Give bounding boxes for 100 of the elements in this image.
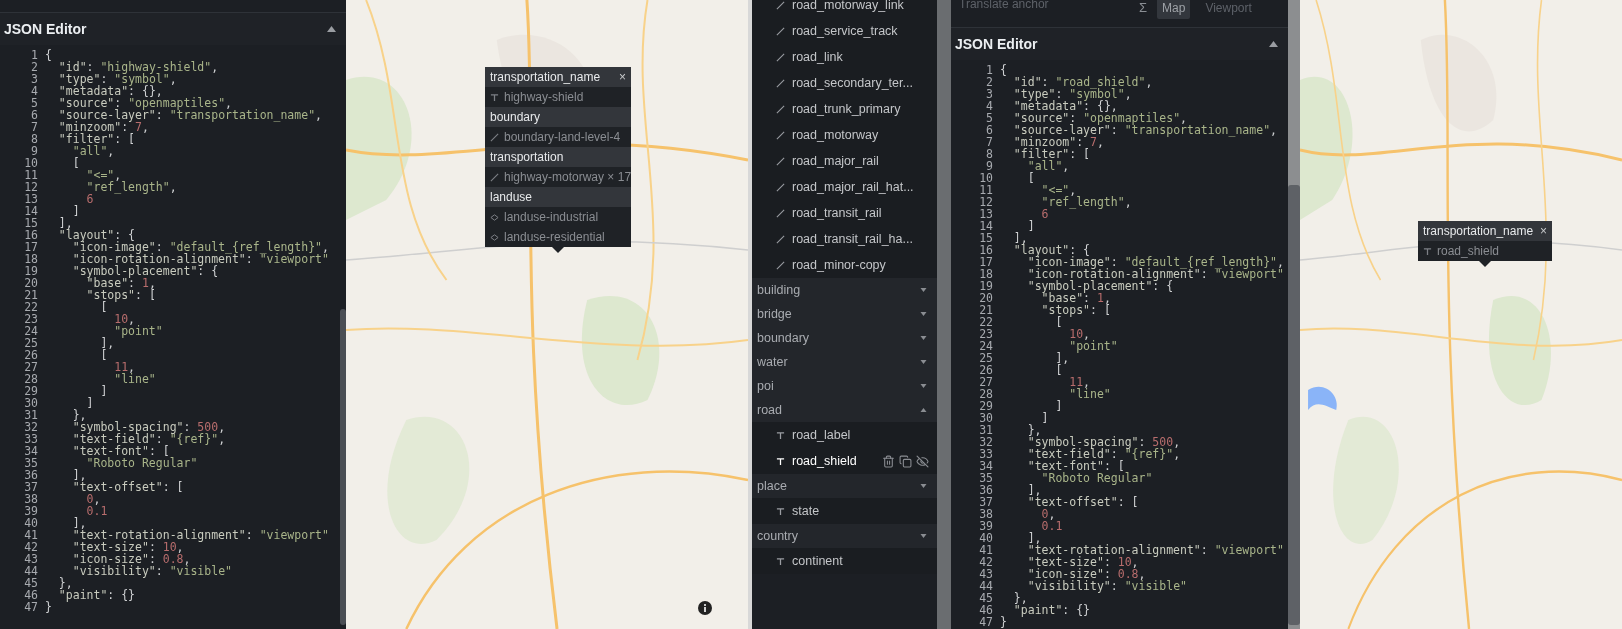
code-line: 11, (1068, 376, 1091, 388)
line-number: 17 (23, 241, 38, 253)
layer-group[interactable]: place (752, 474, 937, 498)
layer-group[interactable]: building (752, 278, 937, 302)
code-line: 11, (113, 361, 136, 373)
code-line: "id": "road_shield", (1012, 76, 1153, 88)
line-number: 19 (978, 280, 993, 292)
code-line: } (1000, 616, 1007, 628)
layer-name: road_motorway_link (792, 0, 905, 12)
code-line: [ (1026, 172, 1035, 184)
scrollbar-thumb[interactable] (1288, 185, 1300, 625)
line-number: 43 (23, 553, 38, 565)
line-icon (776, 156, 785, 166)
code-line: "metadata": {}, (1012, 100, 1118, 112)
layer-group[interactable]: boundary (752, 326, 937, 350)
code-line: "text-size": 10, (71, 541, 184, 553)
layer-group[interactable]: water (752, 350, 937, 374)
code-line: }, (71, 409, 87, 421)
code-line: "stops": [ (1040, 304, 1111, 316)
line-number: 12 (978, 196, 993, 208)
code-line: "icon-size": 0.8, (1026, 568, 1146, 580)
delete-icon[interactable] (882, 454, 895, 468)
code-line: ] (71, 205, 80, 217)
line-number: 15 (978, 232, 993, 244)
line-number: 44 (978, 580, 993, 592)
line-number: 36 (978, 484, 993, 496)
group-name: country (757, 529, 798, 543)
layer-name: road_transit_rail (792, 206, 883, 220)
line-number: 39 (23, 505, 38, 517)
group-name: water (757, 355, 788, 369)
code-line: "text-size": 10, (1026, 556, 1139, 568)
code-line: "line" (1068, 388, 1111, 400)
line-number: 11 (978, 184, 993, 196)
line-icon (776, 208, 785, 218)
layer-name: road_shield (1437, 244, 1500, 258)
code-line: } (45, 601, 52, 613)
code-line: "source-layer": "transportation_name", (1012, 124, 1277, 136)
line-number: 37 (23, 481, 38, 493)
code-line: "Roboto Regular" (85, 457, 198, 469)
sigma-icon[interactable]: Σ (1139, 1, 1148, 14)
collapse-caret-icon (1269, 41, 1278, 47)
code-line: ] (1040, 412, 1049, 424)
line-number: 25 (23, 337, 38, 349)
code-line: ], (71, 469, 87, 481)
group-name: poi (757, 379, 774, 393)
code-line: [ (1054, 364, 1063, 376)
code-line: ], (1026, 532, 1042, 544)
line-number: 13 (23, 193, 38, 205)
code-line: "icon-image": "default_{ref_length}", (72, 241, 329, 253)
code-line: "base": 1, (86, 277, 156, 289)
code-line: "minzoom": 7, (1012, 136, 1104, 148)
close-button[interactable]: × (619, 70, 626, 84)
code-line: [ (71, 157, 80, 169)
code-line: ], (1026, 484, 1042, 496)
line-number: 42 (23, 541, 38, 553)
copy-icon[interactable] (899, 454, 912, 468)
layer-group[interactable]: poi (752, 374, 937, 398)
line-number: 12 (23, 181, 38, 193)
code-line: "ref_length", (1040, 196, 1132, 208)
layer-group[interactable]: road (752, 398, 937, 422)
code-line: 10, (113, 313, 136, 325)
hide-icon[interactable] (916, 454, 929, 468)
text-icon (776, 456, 785, 466)
line-number: 19 (23, 265, 38, 277)
scrollbar-thumb[interactable] (340, 309, 346, 625)
line-number: 43 (978, 568, 993, 580)
code-line: "paint": {} (57, 589, 136, 601)
code-line: "type": "symbol", (1012, 88, 1132, 100)
line-number: 46 (23, 589, 38, 601)
line-number: 14 (23, 205, 38, 217)
layer-group[interactable]: country (752, 524, 937, 548)
line-number: 22 (978, 316, 993, 328)
info-icon[interactable] (698, 601, 712, 615)
code-line: "point" (1068, 340, 1118, 352)
line-number: 33 (23, 433, 38, 445)
code-line: 0.1 (85, 505, 108, 517)
close-button[interactable]: × (1540, 224, 1547, 238)
code-line: ] (1026, 220, 1035, 232)
option-button[interactable]: Map (1157, 0, 1191, 19)
line-number: 22 (23, 301, 38, 313)
line-number: 47 (23, 601, 38, 613)
line-number: 26 (23, 349, 38, 361)
group-name: boundary (757, 331, 810, 345)
source-layer-heading: transportation_name (1423, 224, 1534, 238)
line-number: 27 (978, 376, 993, 388)
code-line: 6 (85, 193, 94, 205)
line-number: 31 (978, 424, 993, 436)
group-name: road (757, 403, 783, 417)
line-number: 38 (978, 508, 993, 520)
code-line: [ (1055, 316, 1063, 328)
code-line: "source": "openmaptiles", (1012, 112, 1187, 124)
code-line: "<=", (1040, 184, 1077, 196)
line-number: 20 (23, 277, 38, 289)
code-line: "base": 1, (1041, 292, 1111, 304)
layer-group[interactable]: bridge (752, 302, 937, 326)
line-number: 8 (30, 133, 38, 145)
line-number: 5 (30, 97, 38, 109)
line-number: 1 (985, 64, 993, 76)
code-line: "Roboto Regular" (1040, 472, 1153, 484)
layer-name: road_label (792, 428, 852, 442)
